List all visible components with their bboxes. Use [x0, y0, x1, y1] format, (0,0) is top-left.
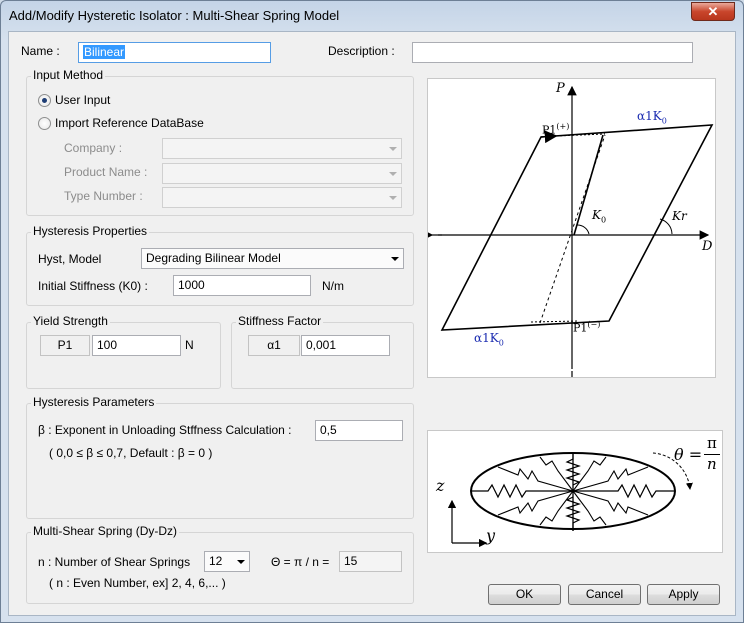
theta-n-denominator: n — [707, 455, 717, 473]
beta-input[interactable]: 0,5 — [315, 420, 403, 441]
product-name-combo[interactable] — [162, 163, 402, 184]
company-label: Company : — [64, 141, 123, 155]
cancel-button[interactable]: Cancel — [568, 584, 641, 605]
title-bar[interactable]: Add/Modify Hysteretic Isolator : Multi-S… — [1, 1, 743, 31]
hysteresis-diagram: P D P1(+) α1K0 K0 Kr P1(−) α1K0 — [427, 78, 716, 378]
input-method-group: Input Method User Input Import Reference… — [26, 68, 414, 216]
shear-springs-note: ( n : Even Number, ex] 2, 4, 6,... ) — [49, 576, 226, 590]
alpha1-input[interactable]: 0,001 — [301, 335, 390, 356]
initial-stiffness-input[interactable]: 1000 — [173, 275, 311, 296]
company-combo[interactable] — [162, 138, 402, 159]
user-input-label[interactable]: User Input — [55, 93, 110, 107]
alpha-bottom-text: α1K — [474, 331, 499, 345]
initial-stiffness-unit: N/m — [322, 279, 344, 293]
yield-strength-unit: N — [185, 338, 194, 352]
type-number-label: Type Number : — [64, 189, 143, 203]
multi-shear-title: Multi-Shear Spring (Dy-Dz) — [31, 524, 180, 538]
p1-input[interactable]: 100 — [92, 335, 181, 356]
beta-label: β : Exponent in Unloading Stffness Calcu… — [38, 423, 292, 437]
close-icon: ✕ — [707, 4, 719, 19]
k0-label: K0 — [592, 208, 606, 224]
p1-label-box: P1 — [40, 335, 90, 356]
alpha-top-text: α1K — [637, 109, 662, 123]
alpha-top-label: α1K0 — [637, 109, 667, 125]
multi-shear-group: Multi-Shear Spring (Dy-Dz) n : Number of… — [26, 524, 414, 604]
z-axis-label: z — [436, 476, 445, 495]
product-name-label: Product Name : — [64, 165, 148, 179]
shear-springs-combo[interactable]: 12 — [204, 551, 250, 572]
p1-plus-sup: (+) — [556, 122, 570, 131]
input-method-title: Input Method — [31, 68, 106, 82]
chevron-down-icon — [391, 257, 399, 261]
spring-diag-2 — [572, 490, 649, 516]
name-input-value: Bilinear — [83, 45, 126, 59]
close-button[interactable]: ✕ — [691, 2, 735, 21]
p1-plus-text: P1 — [542, 123, 557, 137]
k0-angle-arc — [576, 224, 590, 235]
p-axis-label: P — [556, 81, 565, 96]
description-label: Description : — [328, 44, 395, 58]
hysteresis-parameters-group: Hysteresis Parameters β : Exponent in Un… — [26, 395, 414, 519]
chevron-down-icon — [389, 147, 397, 151]
initial-stiffness-label: Initial Stiffness (K0) : — [38, 279, 148, 293]
hyst-model-value: Degrading Bilinear Model — [146, 251, 281, 265]
chevron-down-icon — [389, 196, 397, 200]
spring-diag-3 — [572, 466, 649, 492]
hyst-model-combo[interactable]: Degrading Bilinear Model — [141, 248, 404, 269]
stiffness-factor-title: Stiffness Factor — [236, 314, 324, 328]
d-axis-label: D — [702, 239, 713, 254]
kr-label: Kr — [672, 209, 687, 223]
apply-button[interactable]: Apply — [647, 584, 720, 605]
user-input-radio[interactable] — [38, 94, 51, 107]
dialog-client-area: Name : Bilinear Description : Input Meth… — [8, 31, 736, 616]
hysteresis-parameters-title: Hysteresis Parameters — [31, 395, 157, 409]
p1-minus-text: P1 — [573, 321, 588, 335]
shear-springs-label: n : Number of Shear Springs — [38, 555, 191, 569]
p1-minus-label: P1(−) — [573, 320, 600, 335]
p1-minus-sup: (−) — [587, 320, 601, 329]
shear-springs-value: 12 — [209, 554, 223, 568]
hysteresis-properties-title: Hysteresis Properties — [31, 224, 150, 238]
import-reference-radio[interactable] — [38, 117, 51, 130]
yield-strength-group: Yield Strength P1 100 N — [26, 314, 221, 389]
k0-sub: 0 — [600, 215, 607, 225]
name-label: Name : — [21, 44, 60, 58]
multi-shear-spring-diagram: z y θ = π n — [427, 430, 723, 553]
hysteresis-properties-group: Hysteresis Properties Hyst, Model Degrad… — [26, 224, 414, 306]
description-input[interactable] — [412, 42, 693, 63]
alpha-top-sub: 0 — [661, 116, 667, 126]
yield-strength-title: Yield Strength — [31, 314, 110, 328]
k0-text: K — [592, 208, 601, 222]
dialog-window: Add/Modify Hysteretic Isolator : Multi-S… — [0, 0, 744, 623]
window-title: Add/Modify Hysteretic Isolator : Multi-S… — [9, 8, 340, 23]
chevron-down-icon — [237, 560, 245, 564]
hyst-model-label: Hyst, Model — [38, 252, 102, 266]
type-number-combo[interactable] — [162, 187, 402, 208]
theta-pi-numerator: π — [707, 434, 717, 452]
theta-value-box: 15 — [339, 551, 402, 572]
spring-zigzag-lower — [565, 496, 581, 531]
y-axis-label: y — [486, 526, 496, 545]
import-reference-label[interactable]: Import Reference DataBase — [55, 116, 204, 130]
theta-equals-label: θ = — [674, 445, 703, 464]
beta-note: ( 0,0 ≤ β ≤ 0,7, Default : β = 0 ) — [49, 446, 213, 460]
theta-label: Θ = π / n = — [271, 555, 330, 569]
p1-plus-label: P1(+) — [542, 122, 569, 137]
ok-button[interactable]: OK — [488, 584, 561, 605]
stiffness-factor-group: Stiffness Factor α1 0,001 — [231, 314, 414, 389]
hysteresis-diagram-svg — [428, 85, 714, 377]
name-input[interactable]: Bilinear — [78, 42, 271, 63]
alpha1-label-box: α1 — [248, 335, 300, 356]
p1-minus-leader — [530, 320, 579, 323]
alpha-bottom-sub: 0 — [498, 338, 504, 348]
alpha-bottom-label: α1K0 — [474, 331, 504, 347]
spring-diag-1 — [497, 466, 574, 492]
chevron-down-icon — [389, 172, 397, 176]
